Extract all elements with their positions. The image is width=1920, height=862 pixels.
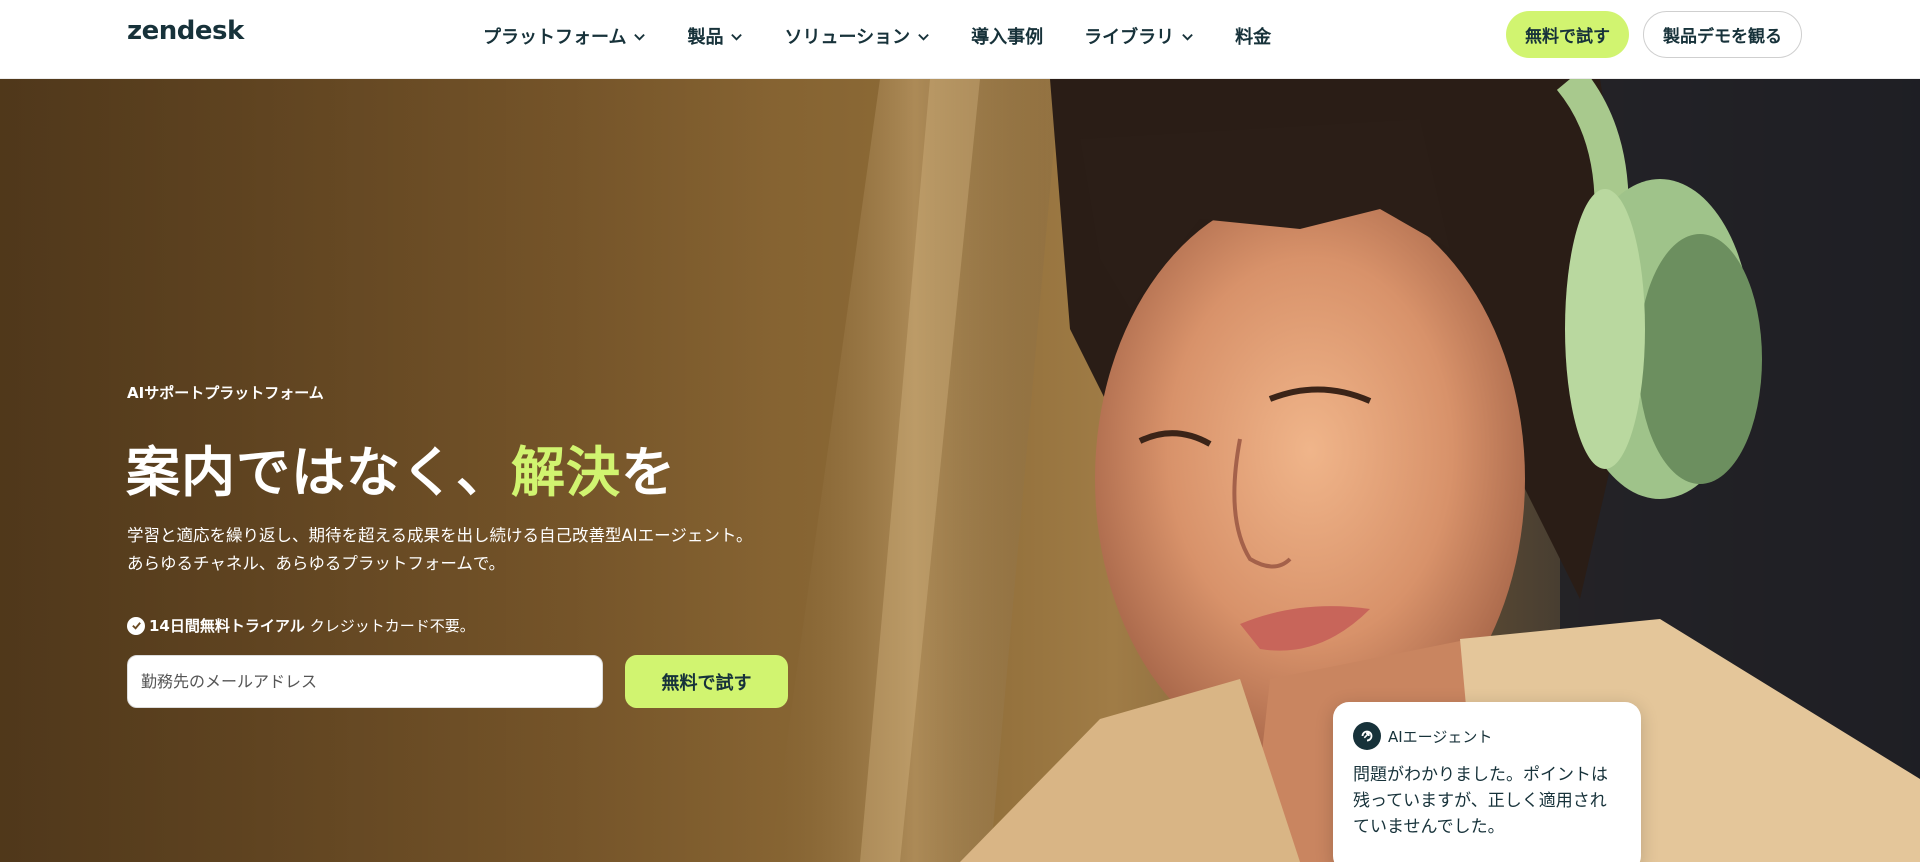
nav-item-platform[interactable]: プラットフォーム [483, 23, 646, 49]
nav-item-pricing[interactable]: 料金 [1235, 23, 1271, 49]
chevron-down-icon [633, 30, 646, 43]
ai-agent-message: 問題がわかりました。ポイントは残っていますが、正しく適用されていませんでした。 [1353, 765, 1608, 837]
description-line-1: 学習と適応を繰り返し、期待を超える成果を出し続ける自己改善型AIエージェント。 [127, 526, 753, 545]
hero-free-trial-button[interactable]: 無料で試す [625, 655, 788, 708]
main-nav: プラットフォーム 製品 ソリューション 導入事例 ライブラリ 料金 [483, 0, 1271, 72]
nav-item-label: ソリューション [784, 27, 911, 48]
hero-eyebrow: AIサポートプラットフォーム [127, 384, 324, 402]
headline-accent: 解決 [511, 441, 621, 504]
chat-card-header: AIエージェント [1353, 722, 1492, 750]
nav-item-products[interactable]: 製品 [687, 23, 743, 49]
ai-agent-name: AIエージェント [1388, 727, 1493, 746]
checkmark-circle-icon [127, 616, 145, 635]
description-line-2: あらゆるチャネル、あらゆるプラットフォームで。 [127, 554, 506, 573]
headline-part-1: 案内ではなく、 [126, 441, 511, 504]
product-demo-button[interactable]: 製品デモを観る [1643, 11, 1802, 58]
hero-headline: 案内ではなく、解決を [126, 428, 676, 507]
work-email-input[interactable] [127, 655, 603, 708]
ai-agent-icon [1353, 722, 1381, 750]
headline-part-2: を [621, 441, 676, 504]
nav-item-label: プラットフォーム [483, 27, 627, 48]
nav-item-label: 料金 [1235, 27, 1272, 48]
chevron-down-icon [730, 30, 743, 43]
nav-item-library[interactable]: ライブラリ [1084, 23, 1194, 49]
hero-description: 学習と適応を繰り返し、期待を超える成果を出し続ける自己改善型AIエージェント。 … [127, 522, 827, 578]
ai-agent-chat-card: AIエージェント 問題がわかりました。ポイントは残っていますが、正しく適用されて… [1333, 702, 1641, 862]
trial-note: 14日間無料トライアル クレジットカード不要。 [127, 615, 475, 636]
nav-item-solutions[interactable]: ソリューション [784, 23, 930, 49]
nav-item-customers[interactable]: 導入事例 [971, 23, 1043, 49]
hero-section: AIサポートプラットフォーム 案内ではなく、解決を 学習と適応を繰り返し、期待を… [0, 79, 1920, 862]
trial-note-rest: クレジットカード不要。 [309, 617, 475, 635]
trial-note-bold: 14日間無料トライアル [149, 617, 305, 635]
nav-item-label: 製品 [687, 27, 724, 48]
site-header: zendesk プラットフォーム 製品 ソリューション 導入事例 ライブラリ 料… [0, 0, 1920, 79]
nav-item-label: 導入事例 [971, 27, 1044, 48]
free-trial-button[interactable]: 無料で試す [1506, 11, 1629, 58]
chevron-down-icon [917, 30, 930, 43]
zendesk-logo[interactable]: zendesk [127, 16, 244, 46]
chevron-down-icon [1181, 30, 1194, 43]
nav-item-label: ライブラリ [1084, 27, 1175, 48]
